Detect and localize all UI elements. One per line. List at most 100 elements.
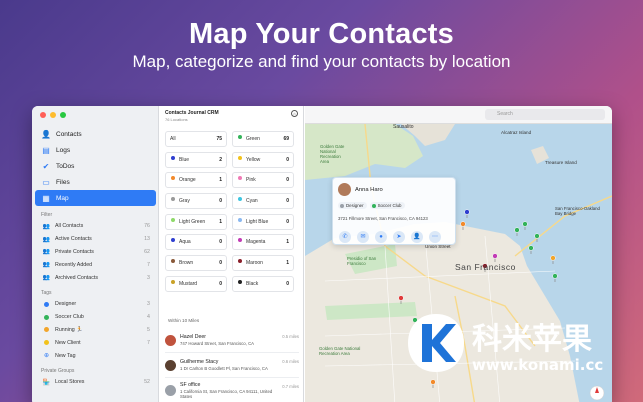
directions-icon[interactable]: ➤ xyxy=(393,231,405,243)
people-icon: 👥 xyxy=(42,223,51,230)
nearby-contact[interactable]: Hazel Deer 747 Howard Street, San Francis… xyxy=(165,328,299,353)
contact-icon[interactable]: 👤 xyxy=(411,231,423,243)
filter-item[interactable]: 👥 Archived Contacts 3 xyxy=(35,271,156,284)
zoom-window-button[interactable] xyxy=(60,112,66,118)
pin-icon xyxy=(237,135,243,143)
nearby-name: SF office xyxy=(180,381,201,388)
window-controls xyxy=(40,112,66,118)
filter-label: Active Contacts xyxy=(55,236,92,243)
map-label-sf: San Francisco xyxy=(455,262,516,272)
map-label-bay-bridge: San Francisco-Oakland Bay Bridge xyxy=(555,206,600,216)
tag-item[interactable]: Designer 3 xyxy=(35,298,156,311)
settings-icon[interactable]: ⌂ xyxy=(291,110,298,117)
group-count: 52 xyxy=(144,379,150,386)
tag-dot xyxy=(44,340,49,346)
pin-filter-count: 0 xyxy=(219,198,222,205)
more-icon[interactable]: ⋯ xyxy=(429,231,441,243)
avatar xyxy=(165,384,176,396)
mail-icon[interactable]: ✉ xyxy=(357,231,369,243)
pin-filter-count: 0 xyxy=(286,177,289,184)
pin-filter-count: 0 xyxy=(219,280,222,287)
filter-count: 13 xyxy=(144,236,150,243)
tag-label: Soccer Club xyxy=(55,314,84,321)
pin-icon xyxy=(237,259,243,267)
pin-color-grid: All 75 Green 69 Blue 2 Yellow 0 Orange 1 Pink 0 Gray… xyxy=(165,131,299,292)
pin-icon xyxy=(170,155,176,164)
pin-icon xyxy=(237,155,243,164)
nearby-list: Hazel Deer 747 Howard Street, San Francis… xyxy=(165,328,299,402)
pin-filter-cyan[interactable]: Cyan 0 xyxy=(232,193,294,210)
tag-dot xyxy=(44,314,49,320)
pin-filter-count: 0 xyxy=(286,280,289,287)
filter-label: Archived Contacts xyxy=(55,274,98,281)
contact-callout[interactable]: Anna Haro Designer Soccer Club 3721 Fillm… xyxy=(332,177,456,245)
pin-filter-black[interactable]: Black 0 xyxy=(232,275,294,292)
nav-item-files[interactable]: ▭ Files xyxy=(35,174,156,190)
sidebar: 👤 Contacts ▤ Logs ✔ ToDos ▭ Files ▦ Map Filter 👥 All… xyxy=(32,106,159,402)
tag-count: 5 xyxy=(147,326,150,333)
pin-filter-light-green[interactable]: Light Green 1 xyxy=(165,213,227,230)
group-item[interactable]: 🏪 Local Stores 52 xyxy=(35,376,156,389)
tag-count: 4 xyxy=(147,314,150,321)
pin-filter-label: Brown xyxy=(179,260,194,267)
tag-item[interactable]: ⊕ New Tag xyxy=(35,349,156,362)
pin-filter-label: Yellow xyxy=(246,156,261,163)
callout-tag-label: Designer xyxy=(346,203,364,208)
pin-filter-gray[interactable]: Gray 0 xyxy=(165,193,227,210)
minimize-window-button[interactable] xyxy=(50,112,56,118)
filter-item[interactable]: 👥 Private Contacts 62 xyxy=(35,246,156,259)
folder-icon: ▭ xyxy=(42,177,50,187)
avatar xyxy=(338,183,351,196)
callout-tag-label: Soccer Club xyxy=(377,203,402,208)
tag-item[interactable]: New Client 7 xyxy=(35,336,156,349)
avatar xyxy=(165,334,176,346)
locations-panel: Contacts Journal CRM 76 Locations ⌂ All 7… xyxy=(160,106,304,402)
phone-icon[interactable]: ✆ xyxy=(339,231,351,243)
pin-filter-light-blue[interactable]: Light Blue 0 xyxy=(232,213,294,230)
nearby-label: Within 10 Miles xyxy=(168,318,200,323)
pin-filter-pink[interactable]: Pink 0 xyxy=(232,172,294,189)
pin-filter-label: All xyxy=(170,136,176,142)
tags-section-list: Designer 3 Soccer Club 4 Running 🏃 5 New Clien… xyxy=(35,298,156,362)
close-window-button[interactable] xyxy=(40,112,46,118)
pin-filter-mustard[interactable]: Mustard 0 xyxy=(165,275,227,292)
person-icon: 👤 xyxy=(41,129,51,139)
pin-filter-maroon[interactable]: Maroon 1 xyxy=(232,255,294,272)
map-search-input[interactable]: Search xyxy=(485,109,605,120)
message-icon[interactable]: ● xyxy=(375,231,387,243)
nearby-contact[interactable]: SF office 1 California St, San Francisco,… xyxy=(165,378,299,402)
pin-filter-green[interactable]: Green 69 xyxy=(232,131,294,147)
people-icon: 👥 xyxy=(42,275,51,282)
nav-item-map[interactable]: ▦ Map xyxy=(35,190,156,206)
nav-item-contacts[interactable]: 👤 Contacts xyxy=(35,126,156,142)
pin-filter-count: 0 xyxy=(219,239,222,246)
pin-filter-count: 75 xyxy=(216,136,222,142)
locations-count: 76 Locations xyxy=(165,117,188,122)
filter-item[interactable]: 👥 All Contacts 76 xyxy=(35,220,156,233)
pin-filter-all[interactable]: All 75 xyxy=(165,131,227,147)
filter-label: All Contacts xyxy=(55,223,84,230)
pin-filter-blue[interactable]: Blue 2 xyxy=(165,151,227,168)
nav-item-todos[interactable]: ✔ ToDos xyxy=(35,158,156,174)
filter-label: Private Contacts xyxy=(55,248,94,255)
checkmark-circle-icon: ✔ xyxy=(42,161,50,171)
pin-icon xyxy=(170,176,176,184)
tag-item[interactable]: Running 🏃 5 xyxy=(35,324,156,337)
nearby-distance: 0.7 miles xyxy=(282,384,299,389)
filter-label: Recently Added xyxy=(55,261,93,268)
pin-filter-brown[interactable]: Brown 0 xyxy=(165,255,227,272)
pin-filter-aqua[interactable]: Aqua 0 xyxy=(165,234,227,251)
pin-filter-yellow[interactable]: Yellow 0 xyxy=(232,151,294,168)
pin-filter-label: Gray xyxy=(179,198,190,205)
logs-icon: ▤ xyxy=(42,145,50,155)
pin-filter-orange[interactable]: Orange 1 xyxy=(165,172,227,189)
tag-item[interactable]: Soccer Club 4 xyxy=(35,311,156,324)
nearby-contact[interactable]: Guilherme Stacy 1 Dr Carlton B Goodlett P… xyxy=(165,353,299,378)
groups-section-list: 🏪 Local Stores 52 xyxy=(35,376,156,389)
map-label-treasure: Treasure Island xyxy=(545,160,577,165)
filter-item[interactable]: 👥 Active Contacts 13 xyxy=(35,233,156,246)
pin-filter-magenta[interactable]: Magenta 1 xyxy=(232,234,294,251)
filter-item[interactable]: 👥 Recently Added 7 xyxy=(35,258,156,271)
nav-item-logs[interactable]: ▤ Logs xyxy=(35,142,156,158)
pin-filter-label: Light Blue xyxy=(246,218,269,225)
